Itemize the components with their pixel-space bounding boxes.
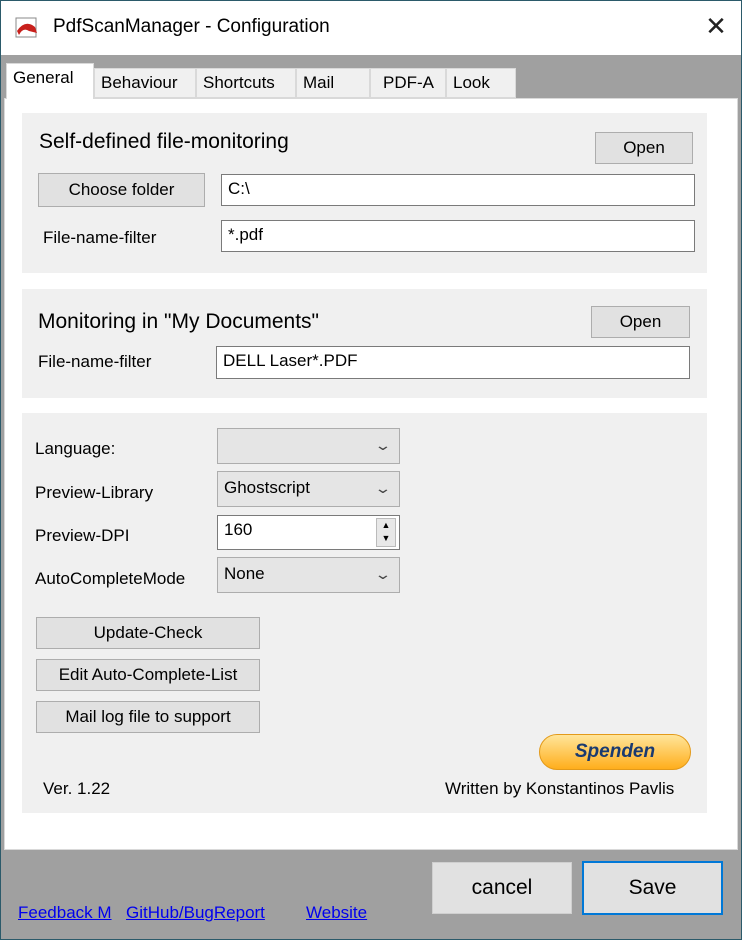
donate-button[interactable]: Spenden (539, 734, 691, 770)
update-check-button[interactable]: Update-Check (36, 617, 260, 649)
docs-monitoring-heading: Monitoring in "My Documents" (38, 310, 320, 333)
docs-filter-label: File-name-filter (38, 352, 152, 371)
cancel-button[interactable]: cancel (432, 862, 572, 914)
version-text: Ver. 1.22 (43, 779, 111, 798)
autocomplete-label: AutoCompleteMode (35, 569, 186, 588)
chevron-down-icon: ⌄ (374, 480, 392, 496)
tab-shortcuts[interactable]: Shortcuts (196, 68, 296, 98)
spin-buttons[interactable]: ▲ ▼ (376, 518, 396, 547)
tab-general[interactable]: General (6, 63, 94, 99)
preview-library-label: Preview-Library (35, 483, 154, 502)
github-link[interactable]: GitHub/BugReport (126, 903, 265, 923)
self-filter-input[interactable]: *.pdf (221, 220, 695, 252)
preview-dpi-stepper[interactable]: 160 ▲ ▼ (217, 515, 400, 550)
title-bar: PdfScanManager - Configuration ✕ (1, 1, 741, 55)
choose-folder-button[interactable]: Choose folder (38, 173, 205, 207)
mail-log-button[interactable]: Mail log file to support (36, 701, 260, 733)
preview-dpi-value: 160 (224, 520, 253, 539)
chevron-down-icon: ⌄ (374, 437, 392, 453)
edit-autocomplete-button[interactable]: Edit Auto-Complete-List (36, 659, 260, 691)
website-link[interactable]: Website (306, 903, 367, 923)
autocomplete-value: None (224, 564, 265, 583)
autocomplete-select[interactable]: None ⌄ (217, 557, 400, 593)
spin-down-icon[interactable]: ▼ (377, 532, 395, 545)
docs-open-button[interactable]: Open (591, 306, 690, 338)
docs-filter-input[interactable]: DELL Laser*.PDF (216, 346, 690, 379)
feedback-link[interactable]: Feedback M (18, 903, 112, 923)
config-window: PdfScanManager - Configuration ✕ General… (0, 0, 742, 940)
self-filter-label: File-name-filter (43, 228, 157, 247)
app-icon (15, 17, 37, 38)
tab-pdf-a[interactable]: PDF-A (370, 68, 446, 98)
tab-look[interactable]: Look (446, 68, 516, 98)
self-open-button[interactable]: Open (595, 132, 693, 164)
spin-up-icon[interactable]: ▲ (377, 519, 395, 532)
save-button[interactable]: Save (582, 861, 723, 915)
tab-mail[interactable]: Mail (296, 68, 370, 98)
preview-library-value: Ghostscript (224, 478, 310, 497)
author-text: Written by Konstantinos Pavlis (445, 779, 675, 798)
folder-input[interactable]: C:\ (221, 174, 695, 206)
preview-dpi-label: Preview-DPI (35, 526, 130, 545)
self-monitoring-heading: Self-defined file-monitoring (39, 130, 289, 153)
close-icon[interactable]: ✕ (701, 11, 731, 41)
window-title: PdfScanManager - Configuration (53, 16, 330, 37)
language-label: Language: (35, 439, 116, 458)
language-select[interactable]: ⌄ (217, 428, 400, 464)
chevron-down-icon: ⌄ (374, 566, 392, 582)
preview-library-select[interactable]: Ghostscript ⌄ (217, 471, 400, 507)
tab-behaviour[interactable]: Behaviour (94, 68, 196, 98)
